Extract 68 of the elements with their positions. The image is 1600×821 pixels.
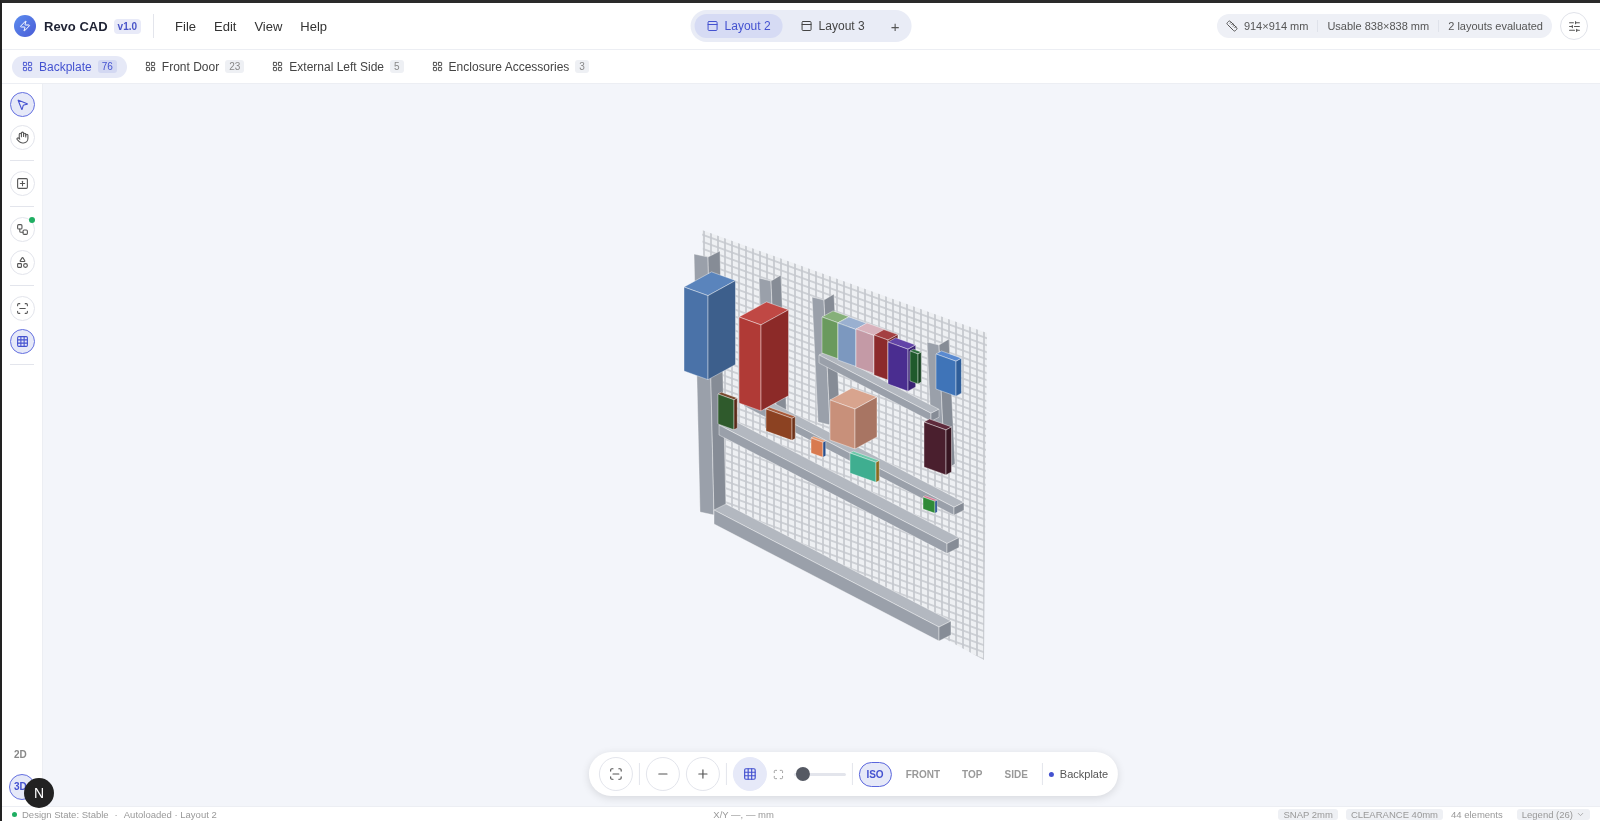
add-icon: [15, 177, 29, 190]
layouts-evaluated: 2 layouts evaluated: [1438, 20, 1552, 32]
settings-button[interactable]: [1560, 12, 1588, 40]
panel-tab[interactable]: Backplate 76: [12, 55, 127, 78]
add-layout-button[interactable]: +: [882, 15, 908, 37]
panel-tab-label: Backplate: [39, 59, 92, 74]
panel-tab[interactable]: Enclosure Accessories 3: [421, 55, 599, 78]
cursor-coordinates: X/Y —, — mm: [713, 808, 774, 820]
ruler-icon: [1225, 20, 1238, 32]
element-count: 23: [225, 60, 245, 73]
snap-chip: SNAP 2mm: [1278, 808, 1338, 820]
element-total: 44 elements: [1451, 808, 1503, 820]
window-icon: [800, 20, 813, 32]
element-count: 5: [390, 60, 404, 73]
usable-area: Usable 838×838 mm: [1317, 20, 1439, 32]
element-count: 76: [97, 60, 117, 73]
sliders-icon: [1567, 19, 1581, 33]
fit-icon: [608, 767, 623, 781]
plus-icon: [695, 767, 710, 781]
app-name: Revo CAD: [44, 18, 108, 34]
expand-icon: [772, 768, 784, 780]
separator: ·: [114, 808, 118, 820]
status-dot: [28, 217, 35, 223]
design-state: Design State: Stable: [22, 808, 109, 820]
fit-tool-button[interactable]: [9, 296, 35, 321]
clearance-chip: CLEARANCE 40mm: [1345, 808, 1443, 820]
layout-tab[interactable]: Layout 3: [788, 14, 877, 38]
grid-toggle-button[interactable]: [732, 757, 767, 791]
tree-tool-button[interactable]: [9, 217, 35, 242]
view-mode-button[interactable]: 2D: [9, 742, 35, 768]
grid-icon: [15, 335, 29, 348]
select-icon: [15, 98, 29, 111]
zoom-slider[interactable]: [793, 767, 846, 781]
fit-icon: [15, 302, 29, 315]
element-count: 3: [575, 60, 589, 73]
version-badge: v1.0: [113, 18, 142, 34]
add-tool-button[interactable]: [9, 171, 35, 196]
board-size: 914×914 mm: [1243, 20, 1309, 32]
view-button[interactable]: ISO: [858, 761, 892, 787]
select-tool-button[interactable]: [9, 92, 35, 117]
pan-icon: [15, 131, 29, 144]
layer-dot-icon: [1048, 771, 1054, 777]
menu-item[interactable]: Edit: [205, 14, 246, 38]
panel-tab[interactable]: External Left Side 5: [262, 55, 414, 78]
tree-icon: [15, 223, 29, 236]
grid-icon: [22, 61, 33, 72]
autoload-source: Autoloaded · Layout 2: [123, 808, 217, 820]
components-tool-button[interactable]: [9, 250, 35, 275]
panel-tab-label: External Left Side: [289, 59, 385, 74]
active-layer: Backplate: [1059, 768, 1109, 780]
menu-item[interactable]: File: [166, 14, 205, 38]
layout-tab[interactable]: Layout 2: [694, 14, 783, 38]
grid-icon: [742, 767, 757, 781]
grid-tool-button[interactable]: [9, 329, 35, 354]
window-icon: [706, 20, 719, 32]
menu-item[interactable]: Help: [291, 14, 337, 38]
status-dot-icon: [12, 811, 17, 817]
pan-tool-button[interactable]: [9, 125, 35, 150]
grid-icon: [431, 61, 443, 72]
panel-tab[interactable]: Front Door 23: [134, 55, 255, 78]
grid-icon: [144, 61, 156, 72]
panel-tab-label: Front Door: [161, 59, 220, 74]
slider-thumb[interactable]: [796, 767, 810, 781]
panel-tab-label: Enclosure Accessories: [448, 59, 570, 74]
components-icon: [15, 256, 29, 269]
menu-item[interactable]: View: [245, 14, 292, 38]
app-logo-icon: [14, 15, 36, 37]
grid-icon: [272, 61, 284, 72]
